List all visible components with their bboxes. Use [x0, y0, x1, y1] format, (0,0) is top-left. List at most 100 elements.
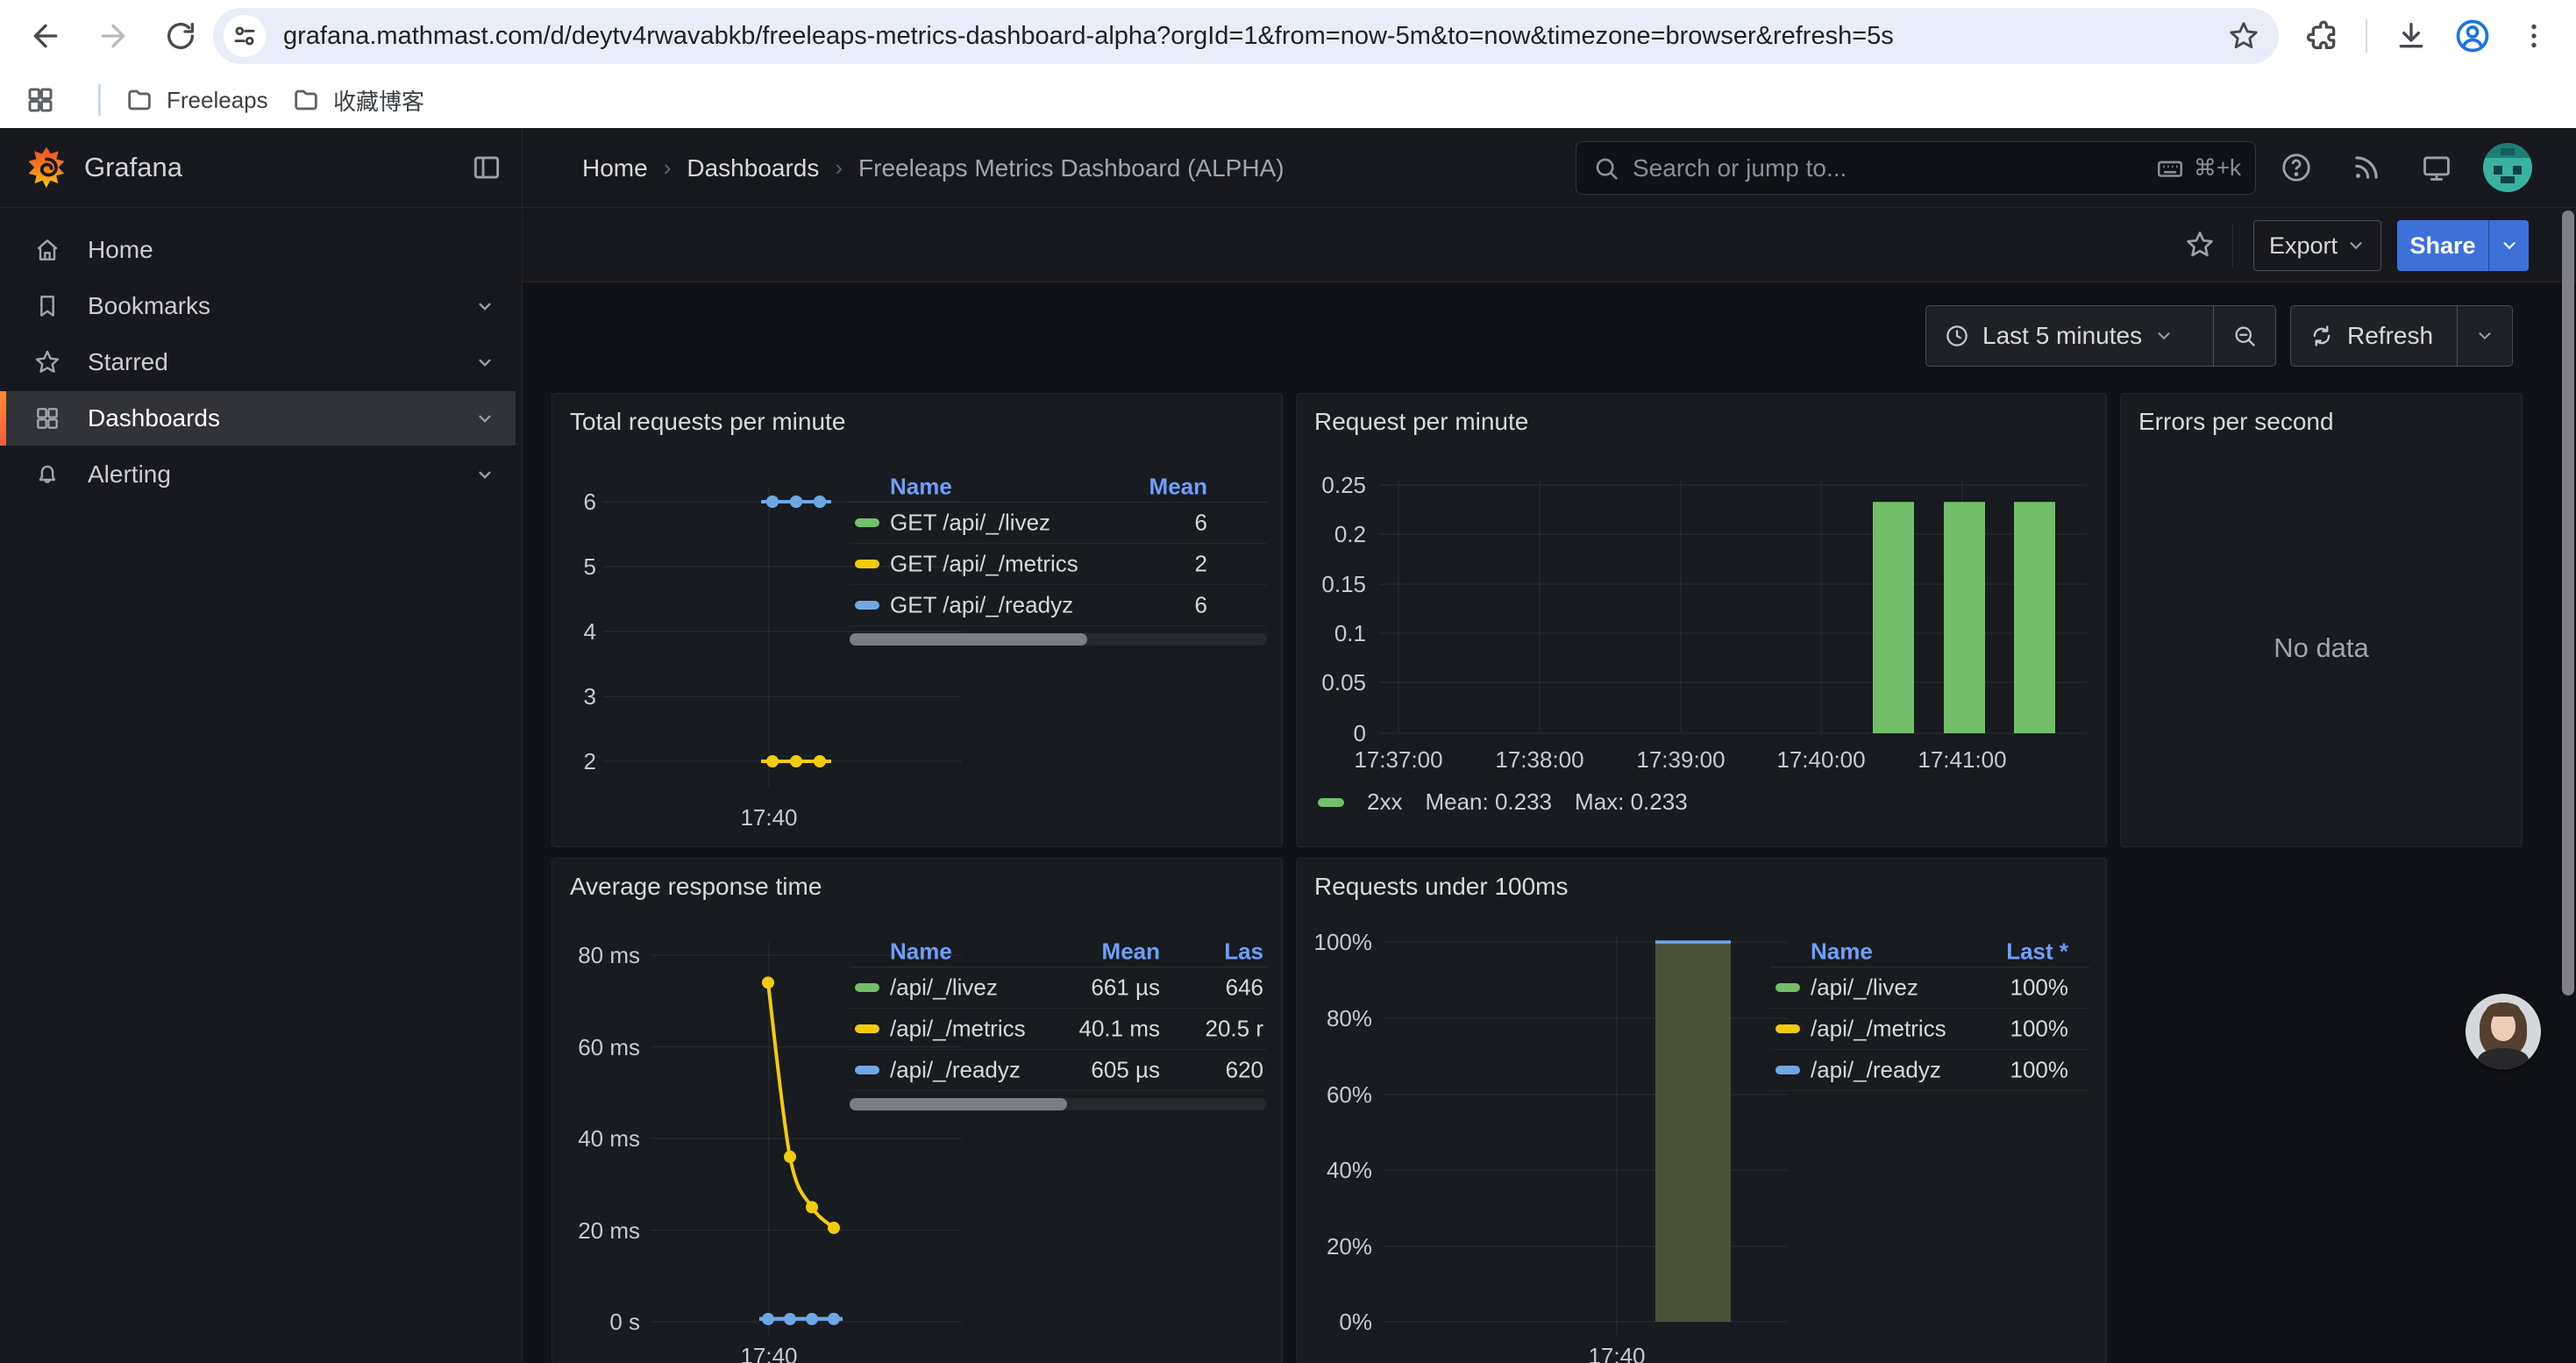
time-range-picker[interactable]: Last 5 minutes [1925, 305, 2276, 367]
legend-scrollbar-thumb[interactable] [850, 633, 1087, 646]
profile-icon[interactable] [2451, 15, 2494, 57]
bookmark-star-icon[interactable] [2221, 13, 2266, 59]
brand-label[interactable]: Grafana [84, 152, 182, 183]
legend-row[interactable]: /api/_/metrics 100% [1770, 1009, 2089, 1050]
series-color-dash [855, 560, 879, 568]
sidebar-item-alerting[interactable]: Alerting [0, 447, 516, 502]
panel-title[interactable]: Errors per second [2138, 408, 2334, 436]
legend-header-row: Name Mean [850, 471, 1267, 503]
legend-row[interactable]: /api/_/livez661 µs646 [850, 967, 1267, 1009]
series-name[interactable]: 2xx [1367, 789, 1402, 816]
series-color-dash [1775, 983, 1800, 992]
series-color-dash [855, 601, 879, 610]
url-text[interactable]: grafana.mathmast.com/d/deytv4rwavabkb/fr… [283, 22, 2221, 51]
legend-header-las[interactable]: Las [1224, 938, 1263, 965]
sidebar-item-bookmarks[interactable]: Bookmarks [0, 279, 516, 333]
search-placeholder: Search or jump to... [1633, 154, 2155, 182]
series-name[interactable]: /api/_/metrics [1811, 1016, 1946, 1043]
assistant-avatar[interactable] [2466, 994, 2541, 1069]
share-button[interactable]: Share [2397, 220, 2529, 271]
share-dropdown-caret[interactable] [2488, 220, 2529, 271]
sidebar-item-dashboards[interactable]: Dashboards [0, 391, 516, 446]
site-settings-icon[interactable] [224, 15, 266, 57]
menu-kebab-icon[interactable] [2513, 15, 2555, 57]
series-name[interactable]: /api/_/livez [1811, 974, 1918, 1002]
sidebar: Home Bookmarks Starred Dashboards Alerti… [0, 208, 523, 1363]
refresh-button[interactable]: Refresh [2290, 305, 2513, 367]
user-avatar[interactable] [2483, 143, 2532, 192]
page-scrollbar[interactable] [2562, 211, 2574, 995]
reload-icon[interactable] [160, 15, 202, 57]
search-icon [1592, 154, 1620, 182]
download-icon[interactable] [2390, 15, 2432, 57]
panel-collapse-icon[interactable] [466, 147, 507, 188]
series-name[interactable]: /api/_/readyz [1811, 1057, 1941, 1084]
sidebar-item-starred[interactable]: Starred [0, 335, 516, 389]
legend-row[interactable]: /api/_/metrics40.1 ms20.5 r [850, 1009, 1267, 1050]
y-axis-tick: 80 ms [559, 942, 640, 968]
y-axis-tick: 0 s [559, 1309, 640, 1335]
back-arrow-icon[interactable] [25, 15, 67, 57]
series-name[interactable]: /api/_/metrics [890, 1016, 1026, 1043]
chevron-down-icon [2346, 236, 2366, 255]
url-bar[interactable]: grafana.mathmast.com/d/deytv4rwavabkb/fr… [213, 8, 2279, 64]
export-button[interactable]: Export [2253, 220, 2381, 271]
breadcrumb-home[interactable]: Home [582, 154, 648, 182]
search-input[interactable]: Search or jump to... ⌘+k [1576, 141, 2256, 195]
y-axis-tick: 40% [1300, 1157, 1372, 1183]
series-color-dash [855, 518, 879, 527]
zoom-out-icon [2231, 323, 2258, 349]
news-rss-icon[interactable] [2346, 147, 2387, 188]
extensions-puzzle-icon[interactable] [2302, 15, 2345, 57]
legend-row[interactable]: /api/_/readyz 100% [1770, 1050, 2089, 1091]
grafana-logo[interactable] [23, 144, 70, 193]
chevron-down-icon[interactable] [473, 463, 496, 486]
series-value: 100% [2010, 1057, 2069, 1084]
breadcrumb-dashboards[interactable]: Dashboards [687, 154, 819, 182]
legend-scrollbar-thumb[interactable] [850, 1098, 1067, 1110]
series-name[interactable]: GET /api/_/livez [890, 510, 1050, 537]
legend-header-last[interactable]: Last * [2006, 938, 2068, 965]
series-name[interactable]: GET /api/_/metrics [890, 551, 1078, 578]
help-icon[interactable] [2276, 147, 2316, 188]
favorite-star-icon[interactable] [2180, 225, 2220, 265]
legend-row[interactable]: GET /api/_/readyz6 [850, 585, 1267, 626]
forward-arrow-icon[interactable] [92, 15, 134, 57]
series-name[interactable]: GET /api/_/readyz [890, 592, 1073, 619]
legend-header-name[interactable]: Name [1811, 938, 1873, 965]
legend-table: NameLast */api/_/livez100%/api/_/metrics… [1770, 936, 2089, 1091]
series-value: 40.1 ms [1079, 1016, 1161, 1043]
request-per-minute-chart [1297, 394, 2108, 848]
bookmark-label: 收藏博客 [333, 84, 424, 117]
legend-row[interactable]: /api/_/livez100% [1770, 967, 2089, 1009]
y-axis-tick: 60 ms [559, 1034, 640, 1060]
legend-row[interactable]: /api/_/readyz605 µs620 [850, 1050, 1267, 1091]
series-name[interactable]: /api/_/livez [890, 974, 998, 1002]
chevron-down-icon[interactable] [473, 351, 496, 374]
legend-header-name[interactable]: Name [890, 473, 952, 500]
series-name[interactable]: /api/_/readyz [890, 1057, 1021, 1084]
bookmark-folder-blogs[interactable]: 收藏博客 [291, 79, 424, 121]
panel-errors-per-second: Errors per second No data [2120, 393, 2523, 847]
sidebar-item-home[interactable]: Home [0, 223, 516, 277]
y-axis-tick: 0.05 [1300, 669, 1366, 696]
average-response-time-chart [552, 859, 1284, 1363]
series-value: 100% [2010, 1016, 2069, 1043]
series-color-dash [1775, 1024, 1800, 1033]
bookmark-folder-freeleaps[interactable]: Freeleaps [125, 79, 268, 121]
legend-row[interactable]: GET /api/_/livez6 [850, 503, 1267, 544]
monitor-icon[interactable] [2416, 147, 2457, 188]
chevron-down-icon[interactable] [473, 295, 496, 318]
series-color-dash [855, 983, 879, 992]
legend-row[interactable]: GET /api/_/metrics2 [850, 544, 1267, 585]
zoom-out-button[interactable] [2213, 306, 2275, 366]
apps-grid-icon[interactable] [19, 79, 61, 121]
legend-header-name[interactable]: Name [890, 938, 952, 965]
chevron-down-icon[interactable] [473, 407, 496, 430]
legend-scrollbar[interactable] [850, 1098, 1267, 1110]
refresh-interval-caret[interactable] [2457, 306, 2512, 366]
dashboards-grid-icon [33, 404, 61, 432]
legend-scrollbar[interactable] [850, 633, 1267, 646]
legend-header-mean[interactable]: Mean [1102, 938, 1160, 965]
legend-header-mean[interactable]: Mean [1149, 473, 1207, 500]
